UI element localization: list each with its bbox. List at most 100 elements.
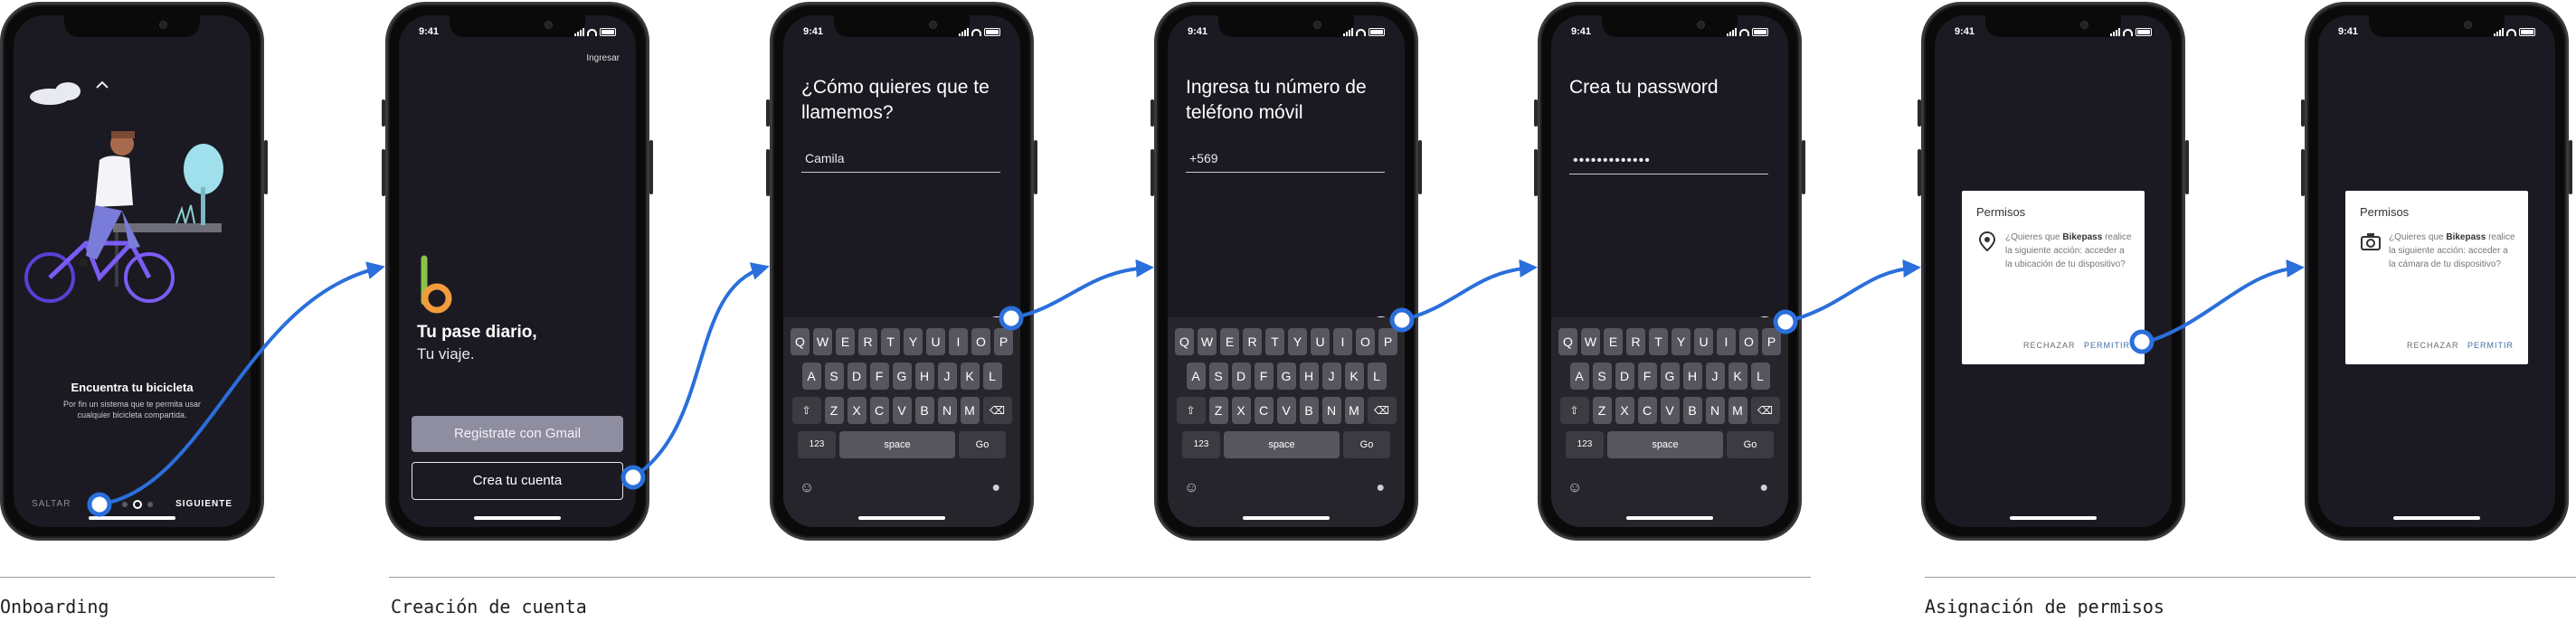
gmail-signup-button[interactable]: Registrate con Gmail <box>412 416 623 452</box>
space-key[interactable]: space <box>1607 431 1723 458</box>
key-n[interactable]: N <box>937 397 957 424</box>
key-v[interactable]: V <box>1660 397 1680 424</box>
allow-button[interactable]: PERMITIR <box>2467 341 2514 350</box>
key-v[interactable]: V <box>892 397 912 424</box>
emoji-icon[interactable]: ☺ <box>1567 480 1582 496</box>
key-m[interactable]: M <box>1728 397 1747 424</box>
key-g[interactable]: G <box>892 363 912 390</box>
key-l[interactable]: L <box>982 363 1002 390</box>
key-b[interactable]: B <box>1299 397 1319 424</box>
key-p[interactable]: P <box>994 328 1013 355</box>
key-w[interactable]: W <box>813 328 832 355</box>
go-key[interactable]: Go <box>1343 431 1390 458</box>
key-b[interactable]: B <box>1682 397 1702 424</box>
key-i[interactable]: I <box>949 328 968 355</box>
key-a[interactable]: A <box>1186 363 1206 390</box>
key-c[interactable]: C <box>1254 397 1274 424</box>
key-z[interactable]: Z <box>1208 397 1228 424</box>
key-v[interactable]: V <box>1276 397 1296 424</box>
key-z[interactable]: Z <box>824 397 844 424</box>
key-q[interactable]: Q <box>1558 328 1577 355</box>
key-x[interactable]: X <box>1615 397 1634 424</box>
key-k[interactable]: K <box>1344 363 1364 390</box>
key-q[interactable]: Q <box>791 328 810 355</box>
key-i[interactable]: I <box>1717 328 1736 355</box>
key-q[interactable]: Q <box>1175 328 1194 355</box>
key-l[interactable]: L <box>1367 363 1387 390</box>
key-d[interactable]: D <box>847 363 867 390</box>
key-r[interactable]: R <box>1626 328 1645 355</box>
shift-key-icon[interactable]: ⇧ <box>1176 397 1206 424</box>
numbers-key[interactable]: 123 <box>798 431 836 458</box>
key-h[interactable]: H <box>914 363 934 390</box>
numbers-key[interactable]: 123 <box>1566 431 1604 458</box>
key-t[interactable]: T <box>1649 328 1668 355</box>
key-g[interactable]: G <box>1660 363 1680 390</box>
key-b[interactable]: B <box>914 397 934 424</box>
name-field[interactable]: Camila <box>801 151 1000 173</box>
key-p[interactable]: P <box>1378 328 1397 355</box>
key-h[interactable]: H <box>1299 363 1319 390</box>
key-j[interactable]: J <box>1321 363 1341 390</box>
key-u[interactable]: U <box>1694 328 1713 355</box>
emoji-icon[interactable]: ☺ <box>1184 480 1198 496</box>
key-j[interactable]: J <box>937 363 957 390</box>
key-m[interactable]: M <box>960 397 980 424</box>
key-p[interactable]: P <box>1762 328 1781 355</box>
key-s[interactable]: S <box>824 363 844 390</box>
shift-key-icon[interactable]: ⇧ <box>791 397 821 424</box>
key-t[interactable]: T <box>1265 328 1284 355</box>
key-w[interactable]: W <box>1198 328 1217 355</box>
key-y[interactable]: Y <box>1672 328 1690 355</box>
next-button[interactable]: SIGUIENTE <box>175 499 232 509</box>
shift-key-icon[interactable]: ⇧ <box>1559 397 1589 424</box>
key-g[interactable]: G <box>1276 363 1296 390</box>
allow-button[interactable]: PERMITIR <box>2084 341 2130 350</box>
go-key[interactable]: Go <box>1727 431 1774 458</box>
backspace-key-icon[interactable]: ⌫ <box>1750 397 1780 424</box>
key-f[interactable]: F <box>869 363 889 390</box>
key-d[interactable]: D <box>1615 363 1634 390</box>
key-o[interactable]: O <box>1356 328 1375 355</box>
go-key[interactable]: Go <box>959 431 1006 458</box>
key-a[interactable]: A <box>801 363 821 390</box>
key-e[interactable]: E <box>836 328 855 355</box>
key-u[interactable]: U <box>926 328 945 355</box>
key-z[interactable]: Z <box>1592 397 1612 424</box>
key-a[interactable]: A <box>1569 363 1589 390</box>
create-account-button[interactable]: Crea tu cuenta <box>412 462 623 500</box>
key-s[interactable]: S <box>1592 363 1612 390</box>
key-c[interactable]: C <box>869 397 889 424</box>
key-y[interactable]: Y <box>1288 328 1307 355</box>
microphone-icon[interactable]: ● <box>991 480 1000 496</box>
key-y[interactable]: Y <box>904 328 923 355</box>
emoji-icon[interactable]: ☺ <box>800 480 814 496</box>
key-x[interactable]: X <box>847 397 867 424</box>
key-l[interactable]: L <box>1750 363 1770 390</box>
key-w[interactable]: W <box>1581 328 1600 355</box>
key-x[interactable]: X <box>1231 397 1251 424</box>
key-s[interactable]: S <box>1208 363 1228 390</box>
skip-button[interactable]: SALTAR <box>32 499 71 509</box>
microphone-icon[interactable]: ● <box>1759 480 1768 496</box>
key-c[interactable]: C <box>1637 397 1657 424</box>
phone-field[interactable]: +569 <box>1186 151 1385 173</box>
key-h[interactable]: H <box>1682 363 1702 390</box>
key-i[interactable]: I <box>1333 328 1352 355</box>
key-o[interactable]: O <box>971 328 990 355</box>
key-k[interactable]: K <box>960 363 980 390</box>
numbers-key[interactable]: 123 <box>1182 431 1220 458</box>
key-e[interactable]: E <box>1604 328 1623 355</box>
space-key[interactable]: space <box>1224 431 1340 458</box>
backspace-key-icon[interactable]: ⌫ <box>982 397 1012 424</box>
key-d[interactable]: D <box>1231 363 1251 390</box>
key-j[interactable]: J <box>1705 363 1725 390</box>
key-u[interactable]: U <box>1311 328 1330 355</box>
reject-button[interactable]: RECHAZAR <box>2407 341 2459 350</box>
space-key[interactable]: space <box>839 431 955 458</box>
backspace-key-icon[interactable]: ⌫ <box>1367 397 1397 424</box>
key-t[interactable]: T <box>881 328 900 355</box>
key-r[interactable]: R <box>858 328 877 355</box>
key-n[interactable]: N <box>1321 397 1341 424</box>
password-field[interactable]: ••••••••••••• <box>1569 153 1768 174</box>
